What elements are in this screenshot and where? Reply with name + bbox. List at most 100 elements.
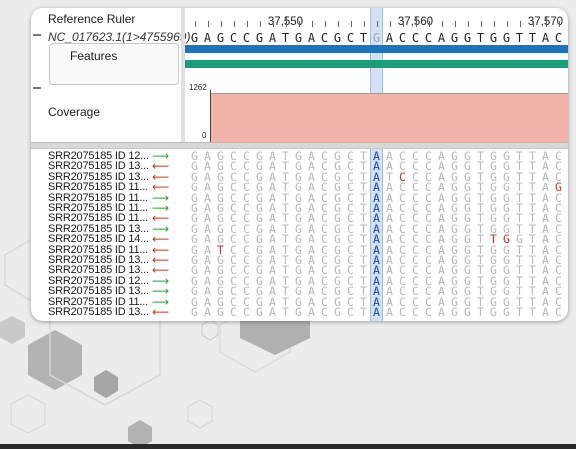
ruler-tick	[441, 21, 443, 27]
read-base: A	[438, 305, 445, 319]
reference-base: G	[333, 31, 342, 45]
coverage-graph[interactable]: 1262 0	[185, 80, 568, 142]
read-base: T	[360, 305, 367, 319]
ruler-tick	[389, 21, 391, 27]
ruler-tick	[272, 21, 274, 27]
reference-base: G	[463, 31, 472, 45]
reference-base: C	[424, 31, 433, 45]
ruler-tick	[220, 21, 222, 27]
read-base: A	[373, 305, 380, 319]
ruler-tick	[298, 21, 300, 27]
read-base: A	[204, 305, 211, 319]
read-base: G	[256, 305, 263, 319]
read-base: C	[347, 305, 354, 319]
read-base: A	[308, 305, 315, 319]
ruler-tick	[402, 21, 404, 27]
reference-base: G	[502, 31, 511, 45]
reference-base: C	[320, 31, 329, 45]
read-base: G	[191, 305, 198, 319]
reference-base: A	[307, 31, 316, 45]
reference-base: G	[216, 31, 225, 45]
read-base: A	[386, 305, 393, 319]
read-base: G	[503, 305, 510, 319]
ruler-tick	[350, 21, 352, 27]
ruler-tick	[376, 21, 378, 27]
ruler-tick	[493, 21, 495, 27]
collapse-coverage-icon[interactable]	[33, 87, 41, 89]
read-row[interactable]: SRR2075185 ID 13... ⟵ G A G C C G A T G A C G C T A A C C C A…	[31, 305, 568, 319]
ruler-tick	[428, 21, 430, 27]
reference-base: C	[229, 31, 238, 45]
ruler-tick	[324, 21, 326, 27]
ruler-tick	[337, 21, 339, 27]
reference-base: A	[203, 31, 212, 45]
reference-base: G	[489, 31, 498, 45]
reference-base: C	[242, 31, 251, 45]
read-base: C	[555, 305, 562, 319]
reference-ruler-label: Reference Ruler	[48, 12, 136, 26]
reference-base: G	[372, 31, 381, 45]
reference-base: T	[476, 31, 485, 45]
read-base: G	[490, 305, 497, 319]
read-base: T	[516, 305, 523, 319]
reference-track-area: 37,55037,56037,570 GAGCCGATGACGCTGACCCAG…	[185, 8, 568, 148]
reference-base: C	[554, 31, 563, 45]
ruler-tick	[207, 21, 209, 27]
read-name: SRR2075185 ID 13...	[48, 306, 149, 318]
reference-base: A	[385, 31, 394, 45]
feature-track-cds[interactable]	[185, 60, 568, 68]
track-labels: Reference Ruler NC_017623.1(1>4755969) F…	[31, 8, 190, 148]
read-base: C	[230, 305, 237, 319]
reference-base: A	[541, 31, 550, 45]
reference-base: T	[528, 31, 537, 45]
ruler-tick	[194, 21, 196, 27]
feature-track-gene[interactable]	[185, 45, 568, 53]
read-list: SRR2075185 ID 12... ⟶ G A G C C G A T G A C G C T A A C C C A…	[31, 149, 568, 321]
read-base: C	[321, 305, 328, 319]
taskbar-edge	[0, 444, 576, 449]
reference-sequence-id: NC_017623.1(1>4755969)	[48, 30, 191, 44]
ruler-tick	[415, 16, 417, 27]
read-base: G	[464, 305, 471, 319]
reference-base: G	[255, 31, 264, 45]
ruler-tick	[506, 21, 508, 27]
alignment-panel: Reference Ruler NC_017623.1(1>4755969) F…	[31, 8, 568, 321]
ruler-tick	[233, 21, 235, 27]
read-base: C	[412, 305, 419, 319]
reference-base: A	[437, 31, 446, 45]
reference-base: C	[411, 31, 420, 45]
reference-base: A	[268, 31, 277, 45]
ruler-tick	[532, 21, 534, 27]
ruler-tick	[259, 21, 261, 27]
read-base: C	[425, 305, 432, 319]
coverage-label: Coverage	[48, 105, 101, 119]
ruler-tick	[363, 21, 365, 27]
reference-base: C	[398, 31, 407, 45]
read-base: T	[282, 305, 289, 319]
read-base: G	[217, 305, 224, 319]
ruler-tick	[454, 21, 456, 27]
reference-base: T	[515, 31, 524, 45]
reference-base: T	[359, 31, 368, 45]
features-label: Features	[70, 49, 118, 63]
reverse-strand-arrow-icon: ⟵	[152, 305, 170, 319]
ruler-tick	[558, 21, 560, 27]
ruler-tick	[285, 16, 287, 27]
read-base: T	[477, 305, 484, 319]
ruler-tick	[311, 21, 313, 27]
reference-base: G	[190, 31, 199, 45]
read-base: G	[295, 305, 302, 319]
features-track-header[interactable]: Features	[49, 43, 179, 85]
coverage-min-label: 0	[202, 131, 207, 140]
ruler-tick	[467, 21, 469, 27]
reads-splitter[interactable]	[31, 142, 568, 149]
ruler-tick	[519, 21, 521, 27]
reference-base: C	[346, 31, 355, 45]
reference-base: T	[281, 31, 290, 45]
coverage-max-label: 1262	[189, 83, 207, 92]
ruler-tick	[545, 16, 547, 27]
collapse-ruler-icon[interactable]	[33, 34, 41, 36]
read-base: C	[399, 305, 406, 319]
read-base: A	[542, 305, 549, 319]
ruler-tick	[246, 21, 248, 27]
